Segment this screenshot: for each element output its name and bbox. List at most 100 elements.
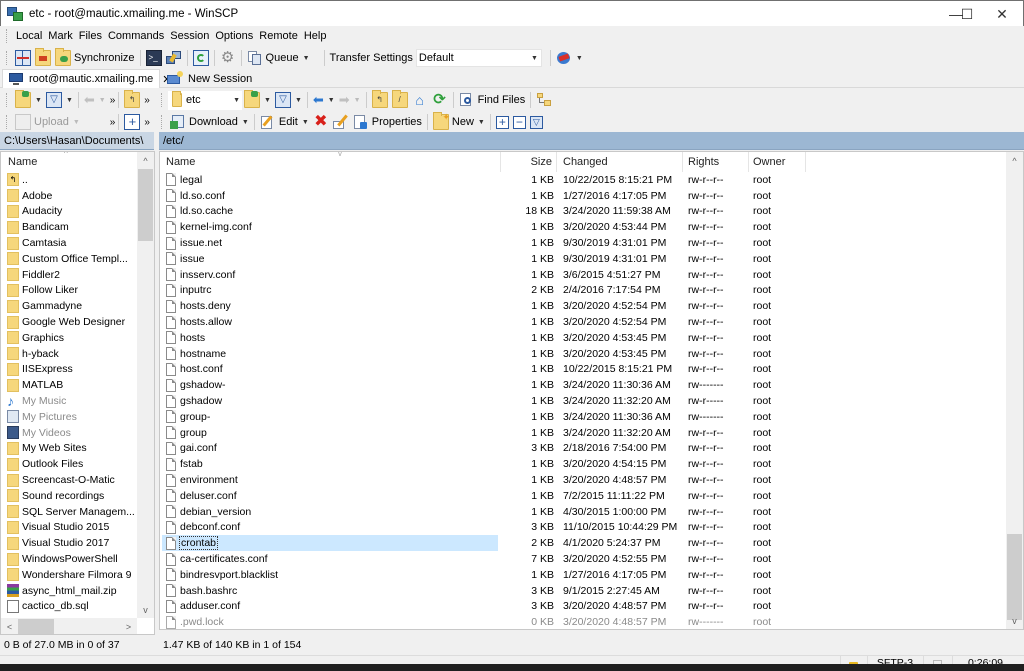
local-list-item[interactable]: SQL Server Managem... <box>1 504 137 520</box>
menu-remote[interactable]: Remote <box>256 30 301 42</box>
local-filter-button[interactable]: ▽ ▼ <box>44 90 75 110</box>
scroll-left-arrow[interactable]: < <box>1 618 18 634</box>
local-list-item[interactable]: Bandicam <box>1 219 137 235</box>
column-divider[interactable] <box>805 152 806 172</box>
menu-session[interactable]: Session <box>167 30 212 42</box>
queue-button[interactable]: Queue ▼ <box>245 48 312 68</box>
file-row[interactable]: debian_version 1 KB 4/30/2015 1:00:00 PM rw… <box>160 504 1006 520</box>
menu-mark[interactable]: Mark <box>45 30 75 42</box>
transfer-settings-select[interactable]: Default ▼ <box>415 49 542 67</box>
properties-button[interactable]: Properties <box>351 112 424 132</box>
local-list-item[interactable]: Fiddler2 <box>1 267 137 283</box>
filter-files-button[interactable]: ▽ <box>528 112 545 132</box>
local-list-item[interactable]: Sound recordings <box>1 488 137 504</box>
local-nav-overflow-button[interactable]: » <box>110 95 116 106</box>
remote-column-header-changed[interactable]: Changed <box>557 152 681 172</box>
local-back-button[interactable]: ⬅ ▼ <box>82 90 108 110</box>
remote-column-header-owner[interactable]: Owner <box>749 152 805 172</box>
file-row[interactable]: .pwd.lock 0 KB 3/20/2020 4:48:57 PM rw-----… <box>160 614 1006 629</box>
delete-button[interactable]: ✖ <box>311 112 331 132</box>
local-list-item[interactable]: h-yback <box>1 346 137 362</box>
file-row[interactable]: group- 1 KB 3/24/2020 11:30:36 AM rw-------… <box>160 409 1006 425</box>
local-list-item[interactable]: Google Web Designer <box>1 314 137 330</box>
remote-home-button[interactable]: ⌂ <box>410 90 430 110</box>
local-list-item[interactable]: Outlook Files <box>1 456 137 472</box>
file-row[interactable]: hosts.deny 1 KB 3/20/2020 4:52:54 PM rw-r--… <box>160 298 1006 314</box>
menu-options[interactable]: Options <box>212 30 256 42</box>
local-list-item[interactable]: cactico_db.sql <box>1 599 137 615</box>
file-row[interactable]: legal 1 KB 10/22/2015 8:15:21 PM rw-r--r-- r… <box>160 172 1006 188</box>
file-row[interactable]: fstab 1 KB 3/20/2020 4:54:15 PM rw-r--r-- ro… <box>160 456 1006 472</box>
file-row[interactable]: environment 1 KB 3/20/2020 4:48:57 PM rw-r-… <box>160 472 1006 488</box>
remote-root-directory-button[interactable]: / <box>390 90 410 110</box>
local-list-item[interactable]: ↰.. <box>1 172 137 188</box>
remote-filter-button[interactable]: ▽ ▼ <box>273 90 304 110</box>
local-horizontal-scrollbar[interactable]: < > <box>1 618 137 634</box>
menu-local[interactable]: Local <box>13 30 45 42</box>
close-window-button[interactable]: ✕ <box>979 1 1024 27</box>
scroll-thumb[interactable] <box>138 169 153 241</box>
open-terminal-button[interactable]: >_ <box>144 48 164 68</box>
local-list-item[interactable]: MATLAB <box>1 377 137 393</box>
local-vertical-scrollbar[interactable]: ^ v <box>137 152 154 618</box>
synchronize-button[interactable]: Synchronize <box>53 48 137 68</box>
unselect-files-button[interactable]: − <box>511 112 528 132</box>
local-list-item[interactable]: Screencast-O-Matic <box>1 472 137 488</box>
file-row[interactable]: issue.net 1 KB 9/30/2019 4:31:01 PM rw-r--r… <box>160 235 1006 251</box>
local-list-item[interactable]: My Videos <box>1 425 137 441</box>
file-row[interactable]: issue 1 KB 9/30/2019 4:31:01 PM rw-r--r-- ro… <box>160 251 1006 267</box>
remote-column-header-name[interactable]: Name v <box>160 152 500 172</box>
local-select-files-button[interactable]: + <box>122 112 142 132</box>
local-list-item[interactable]: ♪ My Music <box>1 393 137 409</box>
local-list-item[interactable]: Audacity <box>1 204 137 220</box>
menu-commands[interactable]: Commands <box>105 30 167 42</box>
download-button[interactable]: Download ▼ <box>168 112 251 132</box>
remote-path-bar[interactable]: /etc/ <box>159 132 1024 150</box>
menu-help[interactable]: Help <box>301 30 330 42</box>
menu-files[interactable]: Files <box>76 30 105 42</box>
reconnect-button[interactable]: ▼ <box>554 48 585 68</box>
file-row[interactable]: gai.conf 3 KB 2/18/2016 7:54:00 PM rw-r--r-… <box>160 441 1006 457</box>
refresh-button[interactable] <box>191 48 211 68</box>
local-list-item[interactable]: My Pictures <box>1 409 137 425</box>
file-row[interactable]: ld.so.cache 18 KB 3/24/2020 11:59:38 AM rw-… <box>160 204 1006 220</box>
local-file-overflow-button[interactable]: » <box>110 117 116 128</box>
file-row[interactable]: hosts 1 KB 3/20/2020 4:53:45 PM rw-r--r-- ro… <box>160 330 1006 346</box>
preferences-button[interactable]: ⚙ <box>218 48 238 68</box>
file-row[interactable]: adduser.conf 3 KB 3/20/2020 4:48:57 PM rw-r… <box>160 599 1006 615</box>
remote-column-header-rights[interactable]: Rights <box>683 152 747 172</box>
file-row[interactable]: hosts.allow 1 KB 3/20/2020 4:52:54 PM rw-r-… <box>160 314 1006 330</box>
edit-button[interactable]: Edit ▼ <box>258 112 311 132</box>
tree-view-button[interactable] <box>534 90 554 110</box>
local-list-item[interactable]: Follow Liker <box>1 283 137 299</box>
local-list-item[interactable]: WindowsPowerShell <box>1 551 137 567</box>
local-list-item[interactable]: Gammadyne <box>1 298 137 314</box>
local-list-item[interactable]: Graphics <box>1 330 137 346</box>
compare-directories-button[interactable] <box>13 48 33 68</box>
remote-vertical-scrollbar[interactable]: ^ v <box>1006 152 1023 629</box>
file-row[interactable]: debconf.conf 3 KB 11/10/2015 10:44:29 PM rw… <box>160 520 1006 536</box>
synchronize-browsing-button[interactable] <box>33 48 53 68</box>
file-row[interactable]: crontab 2 KB 4/1/2020 5:24:37 PM rw-r--r-- r… <box>160 535 1006 552</box>
file-row[interactable]: kernel-img.conf 1 KB 3/20/2020 4:53:44 PM r… <box>160 219 1006 235</box>
file-row[interactable]: ca-certificates.conf 7 KB 3/20/2020 4:52:5… <box>160 551 1006 567</box>
scroll-thumb[interactable] <box>18 619 54 634</box>
scroll-down-arrow[interactable]: v <box>1006 612 1023 629</box>
local-list-item[interactable]: Adobe <box>1 188 137 204</box>
local-list-item[interactable]: Camtasia <box>1 235 137 251</box>
scroll-up-arrow[interactable]: ^ <box>137 152 154 169</box>
scroll-down-arrow[interactable]: v <box>137 601 154 618</box>
local-path-bar[interactable]: C:\Users\Hasan\Documents\ <box>0 132 154 150</box>
local-list-item[interactable]: Custom Office Templ... <box>1 251 137 267</box>
file-row[interactable]: gshadow- 1 KB 3/24/2020 11:30:36 AM rw-----… <box>160 377 1006 393</box>
open-putty-button[interactable] <box>164 48 184 68</box>
local-list-item[interactable]: Wondershare Filmora 9 <box>1 567 137 583</box>
remote-refresh-button[interactable]: ⟳ <box>430 90 450 110</box>
local-list-item[interactable]: IISExpress <box>1 362 137 378</box>
select-files-button[interactable]: + <box>494 112 511 132</box>
local-dir-overflow-button[interactable]: » <box>144 95 150 106</box>
local-column-header-name[interactable]: Name ^ <box>1 152 137 172</box>
remote-parent-directory-button[interactable]: ↰ <box>370 90 390 110</box>
local-parent-directory-button[interactable]: ↰ <box>122 90 142 110</box>
local-list-item[interactable]: Visual Studio 2015 <box>1 520 137 536</box>
